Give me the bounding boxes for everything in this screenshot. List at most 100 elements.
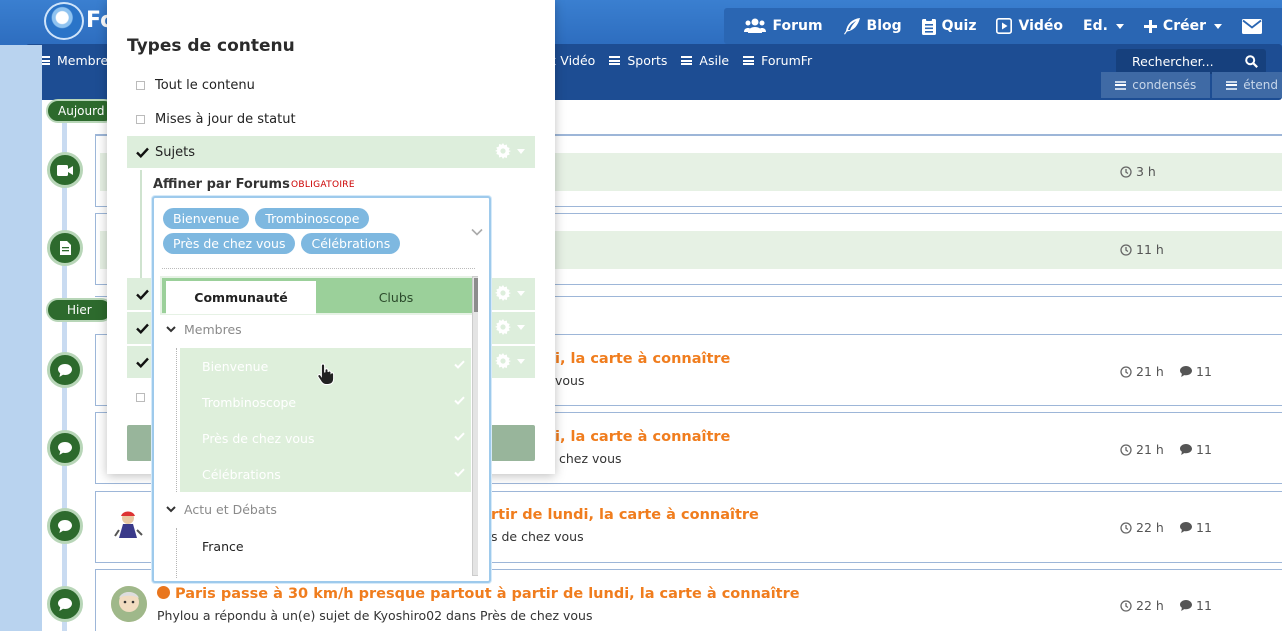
- row-replies-count: 11: [1196, 364, 1212, 379]
- nav-quiz-label: Quiz: [941, 18, 977, 34]
- nav-blog[interactable]: Blog: [833, 17, 912, 35]
- group-actu-debats[interactable]: Actu et Débats: [166, 502, 277, 517]
- group-label: Actu et Débats: [184, 502, 277, 517]
- row-time-text: 21 h: [1136, 364, 1164, 379]
- forum-item-pres-de-chez-vous[interactable]: Près de chez vous: [180, 420, 471, 456]
- list-icon: [1115, 80, 1127, 90]
- option-checkbox[interactable]: [136, 80, 145, 90]
- tab-community[interactable]: Communauté: [166, 281, 316, 314]
- nav-messages[interactable]: [1232, 18, 1272, 34]
- subnav-item-forumfr[interactable]: ForumFr: [736, 53, 819, 68]
- user-avatar[interactable]: [111, 508, 147, 544]
- post-subtitle: s de chez vous: [491, 529, 584, 544]
- timeline-yesterday-badge: Hier: [46, 298, 113, 322]
- feather-icon: [843, 18, 860, 35]
- option-checkbox[interactable]: [136, 114, 145, 124]
- option-settings-button[interactable]: [495, 285, 525, 301]
- row-time: 21 h: [1120, 364, 1164, 379]
- forum-multiselect[interactable]: Bienvenue TrombinoscopePrès de chez vous C…: [152, 196, 491, 583]
- users-icon: [744, 18, 767, 33]
- option-settings-button[interactable]: [495, 319, 525, 335]
- forum-item-france[interactable]: France: [180, 528, 471, 564]
- view-condensed-label: condensés: [1132, 78, 1197, 92]
- tab-clubs[interactable]: Clubs: [318, 281, 474, 314]
- forum-item-label: Célébrations: [202, 466, 281, 482]
- row-time: 3 h: [1120, 164, 1156, 179]
- timeline-node: [47, 586, 83, 622]
- token-trombinoscope[interactable]: Trombinoscope: [255, 208, 370, 229]
- row-time: 22 h: [1120, 598, 1164, 613]
- view-mode-switch: condensés étend: [1099, 72, 1282, 100]
- option-checkbox[interactable]: [136, 393, 145, 402]
- nav-create[interactable]: Créer: [1134, 18, 1232, 34]
- refine-label: Affiner par Forums: [153, 177, 290, 192]
- row-time-text: 21 h: [1136, 442, 1164, 457]
- nav-ed-label: Ed.: [1083, 18, 1108, 34]
- comment-icon: [1180, 522, 1192, 533]
- menu-icon: [743, 56, 755, 65]
- token-bienvenue[interactable]: Bienvenue: [163, 208, 250, 229]
- post-title[interactable]: rtir de lundi, la carte à connaître: [491, 507, 759, 523]
- comment-icon: [1180, 600, 1192, 611]
- nav-ed[interactable]: Ed.: [1073, 18, 1134, 34]
- group-members[interactable]: Membres: [166, 322, 242, 337]
- unread-dot-icon: [157, 586, 170, 599]
- post-subtitle: vous: [555, 373, 585, 388]
- forum-item-trombinoscope[interactable]: Trombinoscope: [180, 384, 471, 420]
- envelope-icon: [1242, 18, 1262, 34]
- view-condensed-button[interactable]: condensés: [1101, 72, 1211, 98]
- scrollbar-thumb[interactable]: [474, 278, 478, 312]
- forum-item-celebrations[interactable]: Célébrations: [180, 456, 471, 492]
- chevron-down-icon: [517, 148, 525, 154]
- subnav-item-asile[interactable]: Asile: [674, 53, 736, 68]
- timeline-node: [47, 508, 83, 544]
- forum-item-label: Près de chez vous: [202, 430, 315, 446]
- option-all-content[interactable]: Tout le contenu: [127, 69, 535, 101]
- option-label: Sujets: [155, 144, 195, 160]
- chevron-down-icon: [517, 358, 525, 364]
- option-label: Tout le contenu: [155, 77, 255, 93]
- check-icon: [454, 468, 465, 477]
- nav-forum-label: Forum: [772, 18, 823, 34]
- tree-guide: [176, 528, 177, 578]
- check-icon: [136, 357, 149, 368]
- dropdown-separator: [162, 268, 475, 269]
- timeline-node: [47, 430, 83, 466]
- token-pres-de-chez-vous[interactable]: Près de chez vous: [163, 233, 296, 254]
- option-status-updates[interactable]: Mises à jour de statut: [127, 103, 535, 135]
- row-replies: 11: [1180, 364, 1212, 379]
- site-logo-icon[interactable]: [44, 2, 84, 40]
- post-title[interactable]: i, la carte à connaître: [555, 351, 730, 367]
- dropdown-scrollbar[interactable]: [472, 276, 478, 576]
- row-time-text: 11 h: [1136, 242, 1164, 257]
- option-topics[interactable]: Sujets: [127, 136, 535, 168]
- row-replies: 11: [1180, 442, 1212, 457]
- timeline-node: [47, 352, 83, 388]
- post-title-text: Paris passe à 30 km/h presque partout à …: [175, 586, 800, 602]
- clock-icon: [1120, 599, 1132, 612]
- token-celebrations[interactable]: Célébrations: [301, 233, 401, 254]
- subnav-item-sports[interactable]: Sports: [602, 53, 674, 68]
- top-navigation: Forum Blog Quiz Vidéo Ed. Créer: [724, 8, 1282, 44]
- chevron-down-icon: [517, 290, 525, 296]
- nav-quiz[interactable]: Quiz: [912, 17, 987, 35]
- option-settings-button[interactable]: [495, 143, 525, 159]
- post-title[interactable]: i, la carte à connaître: [555, 429, 730, 445]
- gear-icon: [495, 319, 511, 335]
- nav-video[interactable]: Vidéo: [986, 18, 1073, 34]
- user-avatar[interactable]: [111, 586, 147, 622]
- dropdown-tabs: Communauté Clubs: [160, 276, 474, 315]
- check-icon: [136, 323, 149, 334]
- post-title[interactable]: Paris passe à 30 km/h presque partout à …: [157, 586, 800, 602]
- search-placeholder: Rechercher...: [1132, 54, 1214, 69]
- option-settings-button[interactable]: [495, 353, 525, 369]
- chat-bubble-icon: [58, 441, 72, 455]
- check-icon: [454, 360, 465, 369]
- search-icon[interactable]: [1245, 55, 1258, 68]
- group-label: Membres: [184, 322, 242, 337]
- search-input[interactable]: Rechercher...: [1116, 49, 1266, 74]
- view-expanded-button[interactable]: étend: [1212, 72, 1282, 98]
- nav-forum[interactable]: Forum: [734, 18, 832, 34]
- chevron-down-icon[interactable]: [471, 228, 483, 236]
- row-replies: 11: [1180, 520, 1212, 535]
